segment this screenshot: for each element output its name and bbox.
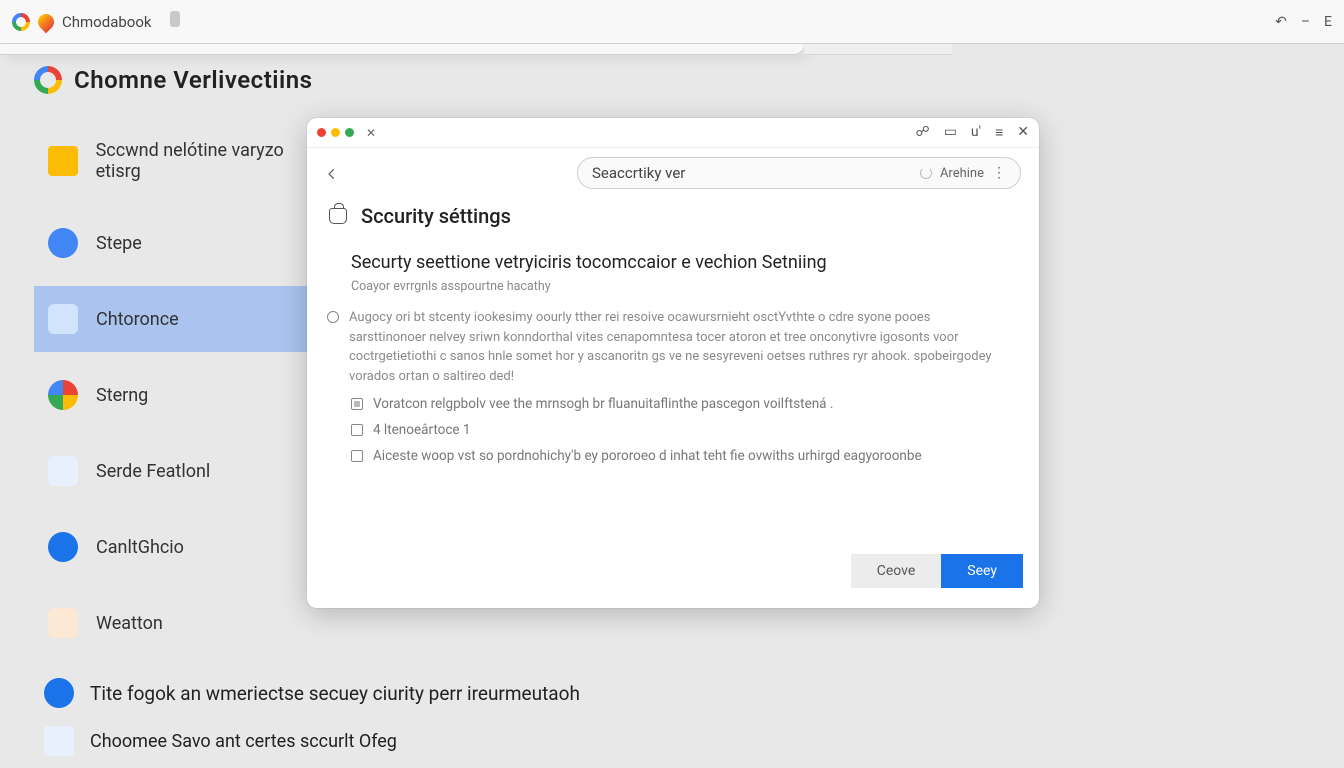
- sidebar-item-label: Sterng: [96, 385, 148, 406]
- dialog-toolbar: Arehine ⋮: [307, 148, 1039, 198]
- sidebar-item-2[interactable]: Chtoronce: [34, 286, 344, 352]
- u-icon[interactable]: u': [971, 124, 981, 141]
- helper-text: Voratcon relgpbolv vee the mrnsogh br fl…: [373, 396, 833, 412]
- checkbox-option-2[interactable]: Aiceste woop vst so pordnohichy'b ey por…: [351, 448, 995, 464]
- bottom-link-2[interactable]: Choomee Savo ant certes sccurlt Ofeg: [44, 726, 1344, 756]
- bottom-link-1[interactable]: Tite fogok an wmeriectse secuey ciurity …: [44, 678, 1344, 708]
- section-title: Sccurity séttings: [361, 204, 511, 228]
- checkbox-label: Aiceste woop vst so pordnohichy'b ey por…: [373, 448, 922, 464]
- helper-line: Voratcon relgpbolv vee the mrnsogh br fl…: [351, 396, 995, 412]
- close-icon[interactable]: ✕: [1017, 124, 1029, 141]
- sidebar-item-1[interactable]: Stepe: [34, 210, 344, 276]
- checkbox-label: 4 ltenoeârtoce 1: [373, 422, 471, 438]
- sidebar-item-label: Stepe: [96, 233, 142, 254]
- sidebar-item-6[interactable]: Weatton: [34, 590, 344, 656]
- page-title: Chomne Verlivectiins: [74, 66, 312, 94]
- folder-icon: [48, 146, 78, 176]
- minimize-icon[interactable]: –: [1301, 14, 1310, 30]
- device-icon: [48, 304, 78, 334]
- bottom-link-label: Choomee Savo ant certes sccurlt Ofeg: [90, 731, 397, 752]
- flame-icon: [35, 10, 58, 33]
- weather-icon: [48, 608, 78, 638]
- radio-icon[interactable]: [327, 311, 339, 323]
- search-hint: Arehine: [940, 166, 984, 181]
- sidebar-item-label: Serde Featlonl: [96, 461, 210, 482]
- sidebar-item-label: Weatton: [96, 613, 163, 634]
- window-controls: ↶ – E: [1275, 14, 1332, 30]
- doc-icon: [44, 726, 74, 756]
- dialog-footer: Ceove Seey: [307, 546, 1039, 608]
- checkbox-icon[interactable]: [351, 424, 363, 436]
- extension-icon[interactable]: ☍: [916, 124, 930, 141]
- circle-icon: [48, 228, 78, 258]
- sidebar-item-0[interactable]: Sccwnd nelótine varyzo etisrg: [34, 122, 344, 200]
- sidebar-item-3[interactable]: Sterng: [34, 362, 344, 428]
- radio-option[interactable]: Augocy ori bt stcenty iookesimy oourly t…: [327, 308, 995, 386]
- key-icon: [48, 532, 78, 562]
- save-button[interactable]: Seey: [941, 554, 1023, 588]
- tab-close-icon[interactable]: ✕: [366, 126, 376, 140]
- dropdown-icon[interactable]: ⋮: [992, 165, 1006, 181]
- search-input[interactable]: [592, 164, 912, 182]
- bottom-link-label: Tite fogok an wmeriectse secuey ciurity …: [90, 682, 580, 705]
- settings-dialog: ✕ ☍ ▭ u' ≡ ✕ Arehine ⋮: [307, 118, 1039, 608]
- google-g-icon: [12, 13, 30, 31]
- loading-spinner-icon: [920, 167, 932, 179]
- tab-separator: [170, 11, 180, 27]
- traffic-lights[interactable]: [317, 128, 354, 137]
- os-top-strip: Chmodabook ↶ – E: [0, 0, 1344, 44]
- sidebar-item-label: Chtoronce: [96, 309, 179, 330]
- info-icon: [44, 678, 74, 708]
- checkbox-indeterminate-icon[interactable]: [351, 398, 363, 410]
- page-heading: Chomne Verlivectiins: [34, 66, 1344, 94]
- dialog-titlebar: ✕ ☍ ▭ u' ≡ ✕: [307, 118, 1039, 148]
- sidebar-item-5[interactable]: CanltGhcio: [34, 514, 344, 580]
- zoom-dot-icon[interactable]: [345, 128, 354, 137]
- sub-heading: Securty seettione vetryiciris tocomccaio…: [351, 252, 995, 273]
- setting-description: Augocy ori bt stcenty iookesimy oourly t…: [349, 308, 995, 386]
- expand-icon[interactable]: E: [1324, 14, 1332, 30]
- google-g-icon: [34, 66, 62, 94]
- search-field[interactable]: Arehine ⋮: [577, 157, 1021, 189]
- chrome-icon: [48, 380, 78, 410]
- window-icon[interactable]: ▭: [944, 124, 957, 141]
- close-dot-icon[interactable]: [317, 128, 326, 137]
- sidebar-item-label: Sccwnd nelótine varyzo etisrg: [96, 140, 330, 182]
- shield-icon: [48, 456, 78, 486]
- history-icon[interactable]: ↶: [1275, 14, 1287, 30]
- back-icon[interactable]: [325, 166, 339, 180]
- minimize-dot-icon[interactable]: [331, 128, 340, 137]
- sidebar-item-label: CanltGhcio: [96, 537, 184, 558]
- sub-caption: Coayor evrrgnls asspourtne hacathy: [351, 279, 995, 294]
- briefcase-icon: [329, 208, 347, 224]
- checkbox-icon[interactable]: [351, 450, 363, 462]
- menu-icon[interactable]: ≡: [995, 124, 1003, 141]
- cancel-button[interactable]: Ceove: [851, 554, 942, 588]
- checkbox-option-1[interactable]: 4 ltenoeârtoce 1: [351, 422, 995, 438]
- sidebar: Sccwnd nelótine varyzo etisrg Stepe Chto…: [34, 122, 344, 656]
- sidebar-item-4[interactable]: Serde Featlonl: [34, 438, 344, 504]
- active-tab-title: Chmodabook: [62, 13, 152, 31]
